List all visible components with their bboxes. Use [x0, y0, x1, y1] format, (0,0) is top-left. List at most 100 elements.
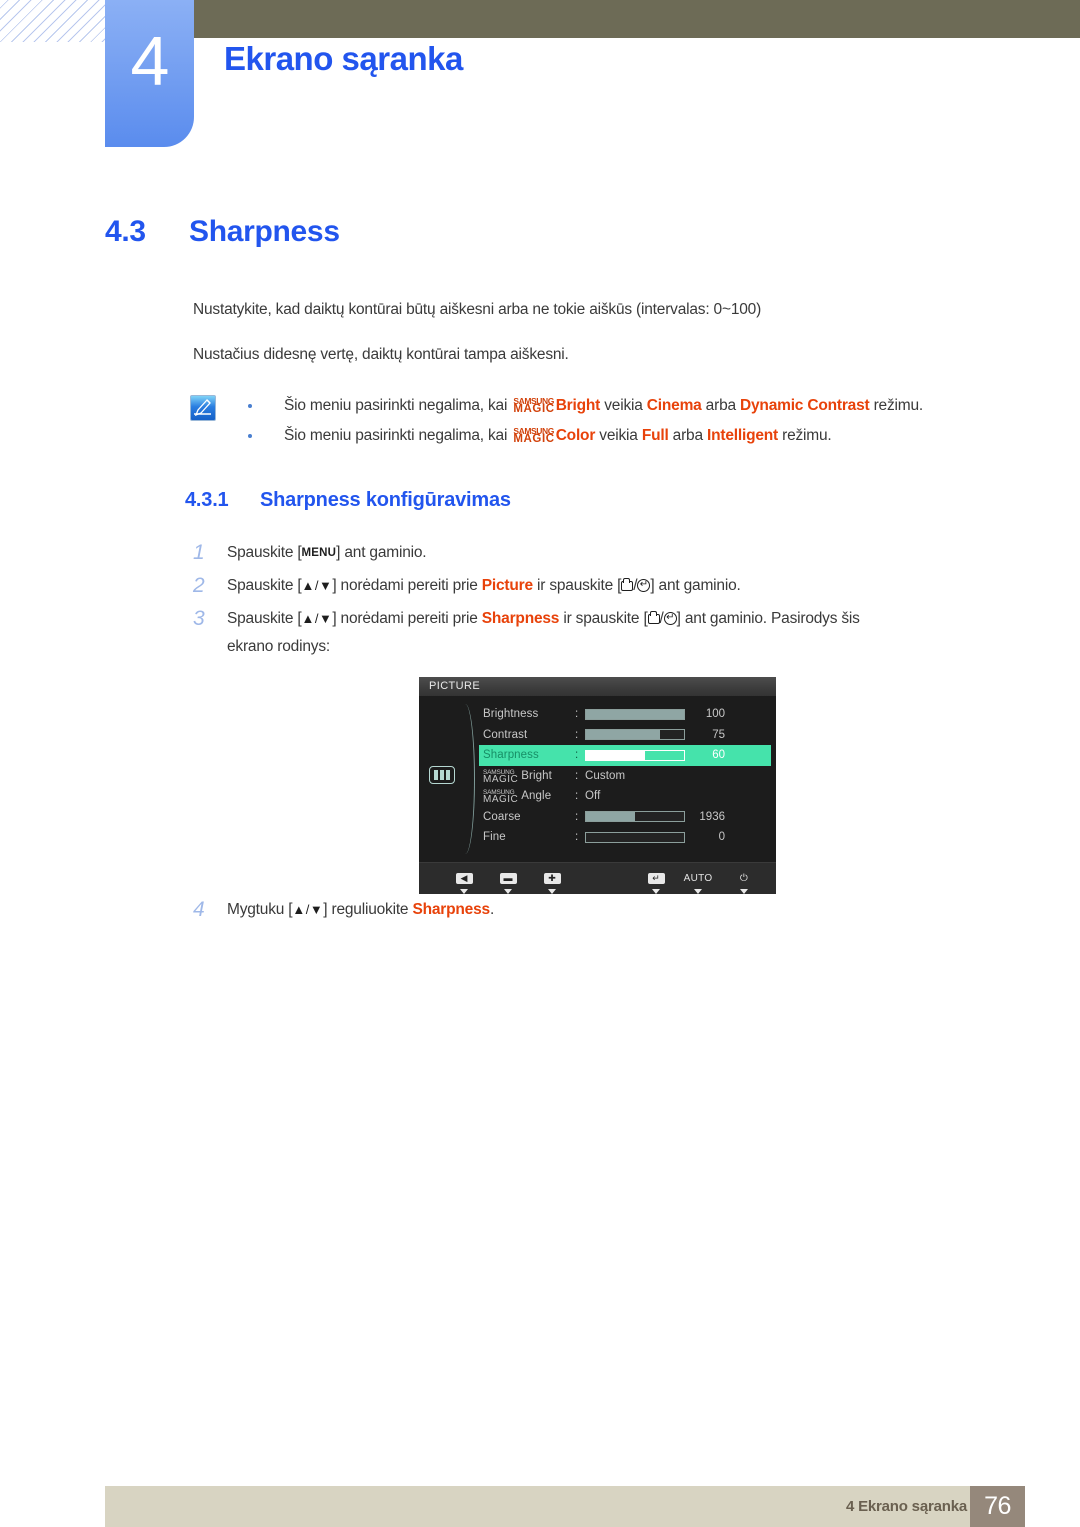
- step-text-mid: ] norėdami pereiti prie: [332, 610, 482, 627]
- osd-screenshot: PICTURE Brightness : 100 Contrast : 75 S…: [419, 677, 776, 894]
- caret-down-icon: [504, 889, 512, 894]
- osd-value: Custom: [585, 769, 626, 782]
- osd-colon: :: [575, 769, 579, 782]
- osd-slider[interactable]: [585, 831, 685, 843]
- osd-label-suffix: Bright: [521, 769, 552, 782]
- step-text-pre: Spauskite [: [227, 577, 302, 594]
- osd-row-magic-bright[interactable]: SAMSUNG MAGIC Bright : Custom: [479, 766, 771, 787]
- samsung-magic-logo: SAMSUNG MAGIC: [513, 396, 555, 415]
- osd-value: 100: [705, 708, 725, 721]
- osd-slider[interactable]: [585, 749, 685, 761]
- step-text-mid: ] reguliuokite: [323, 901, 413, 918]
- note-magic-suffix: Bright: [555, 397, 601, 414]
- chapter-number: 4: [130, 22, 170, 100]
- note-option-1: Cinema: [646, 397, 702, 414]
- note-option-1: Full: [641, 427, 669, 444]
- caret-down-icon: [740, 889, 748, 894]
- minus-button[interactable]: ▬: [491, 868, 525, 894]
- source-key-icon: [621, 578, 634, 591]
- step-target-label: Sharpness: [481, 610, 560, 627]
- osd-arc-decoration: [459, 704, 475, 854]
- osd-label: SAMSUNG MAGIC Bright: [479, 769, 575, 785]
- step-number: 3: [193, 607, 205, 630]
- osd-slider[interactable]: [585, 729, 685, 741]
- section-number: 4.3: [105, 215, 146, 248]
- step-text: Spauskite [▲/▼] norėdami pereiti prie Pi…: [193, 572, 1013, 600]
- step-text-mid2: ir spauskite [: [559, 610, 648, 627]
- enter-button[interactable]: ↵: [639, 868, 673, 894]
- caret-down-icon: [652, 889, 660, 894]
- osd-slider[interactable]: [585, 708, 685, 720]
- osd-value: 1936: [699, 810, 725, 823]
- osd-row-magic-angle[interactable]: SAMSUNG MAGIC Angle : Off: [479, 786, 771, 807]
- step-item: 3 Spauskite [▲/▼] norėdami pereiti prie …: [193, 605, 1013, 661]
- step-number: 2: [193, 574, 205, 597]
- osd-label: SAMSUNG MAGIC Angle: [479, 789, 575, 805]
- note-item: Šio meniu pasirinkti negalima, kai SAMSU…: [248, 391, 1048, 421]
- osd-label: Sharpness: [483, 749, 539, 762]
- step-text-pre: Spauskite [: [227, 544, 302, 561]
- step-number: 4: [193, 898, 205, 921]
- osd-label: Brightness: [483, 708, 539, 721]
- osd-row-fine[interactable]: Fine : 0: [479, 827, 771, 848]
- note-text-prefix: Šio meniu pasirinkti negalima, kai: [284, 427, 512, 444]
- note-pen-icon: [190, 395, 216, 421]
- step-text-post: ] ant gaminio. Pasirodys šis: [676, 610, 860, 627]
- note-tail: režimu.: [778, 427, 832, 444]
- osd-row-coarse[interactable]: Coarse : 1936: [479, 807, 771, 828]
- osd-menu-list: Brightness : 100 Contrast : 75 Sharpness…: [479, 704, 771, 848]
- osd-value: Off: [585, 790, 601, 803]
- auto-button[interactable]: AUTO: [681, 868, 715, 894]
- note-option-2: Intelligent: [707, 427, 778, 444]
- up-down-arrows-glyph: ▲/▼: [301, 578, 333, 593]
- picture-bars-icon: [429, 766, 455, 784]
- note-item: Šio meniu pasirinkti negalima, kai SAMSU…: [248, 421, 1048, 451]
- osd-slider[interactable]: [585, 811, 685, 823]
- section-paragraph-2: Nustačius didesnę vertę, daiktų kontūrai…: [193, 346, 569, 363]
- power-button[interactable]: ⏻: [727, 868, 761, 894]
- note-text-prefix: Šio meniu pasirinkti negalima, kai: [284, 397, 512, 414]
- note-mid: veikia: [600, 397, 647, 414]
- osd-row-contrast[interactable]: Contrast : 75: [479, 725, 771, 746]
- header-olive-bar: [193, 0, 1080, 38]
- osd-value: 60: [712, 749, 725, 762]
- plus-button[interactable]: ✚: [535, 868, 569, 894]
- auto-label: AUTO: [683, 873, 713, 884]
- osd-colon: :: [575, 749, 579, 762]
- step-text-line2: ekrano rodinys:: [227, 638, 330, 655]
- step-text-post: ] ant gaminio.: [650, 577, 741, 594]
- osd-colon: :: [575, 708, 579, 721]
- section-title: Sharpness: [189, 215, 340, 248]
- step-item: 1 Spauskite [MENU] ant gaminio.: [193, 539, 1013, 567]
- osd-row-brightness[interactable]: Brightness : 100: [479, 704, 771, 725]
- section-paragraph-1: Nustatykite, kad daiktų kontūrai būtų ai…: [193, 301, 762, 318]
- osd-row-sharpness[interactable]: Sharpness : 60: [479, 745, 771, 766]
- step-text-post: .: [489, 901, 495, 918]
- step-number: 1: [193, 541, 205, 564]
- step-text: Spauskite [▲/▼] norėdami pereiti prie Sh…: [193, 605, 1013, 661]
- plus-icon: ✚: [543, 873, 561, 884]
- step-text-pre: Mygtuku [: [227, 901, 293, 918]
- step-text-mid: ] norėdami pereiti prie: [332, 577, 482, 594]
- step-text-post: ] ant gaminio.: [336, 544, 427, 561]
- up-down-arrows-glyph: ▲/▼: [292, 902, 324, 917]
- osd-value: 0: [718, 831, 725, 844]
- step-item: 4 Mygtuku [▲/▼] reguliuokite Sharpness.: [193, 896, 1013, 924]
- osd-body: Brightness : 100 Contrast : 75 Sharpness…: [419, 696, 776, 862]
- caret-down-icon: [460, 889, 468, 894]
- step-text-pre: Spauskite [: [227, 610, 302, 627]
- caret-down-icon: [694, 889, 702, 894]
- step-target-label: Sharpness: [412, 901, 490, 918]
- left-arrow-button[interactable]: ◀: [447, 868, 481, 894]
- minus-icon: ▬: [499, 873, 517, 884]
- source-key-icon: [647, 611, 660, 624]
- osd-label: Coarse: [483, 810, 521, 823]
- note-magic-suffix: Color: [555, 427, 596, 444]
- enter-icon: ↵: [647, 873, 665, 884]
- osd-title-bar: PICTURE: [419, 677, 776, 696]
- chapter-title: Ekrano sąranka: [224, 40, 463, 77]
- osd-colon: :: [575, 728, 579, 741]
- footer-chapter-label: 4 Ekrano sąranka: [845, 1498, 967, 1515]
- subsection-number: 4.3.1: [185, 489, 229, 511]
- subsection-title: Sharpness konfigūravimas: [260, 489, 511, 511]
